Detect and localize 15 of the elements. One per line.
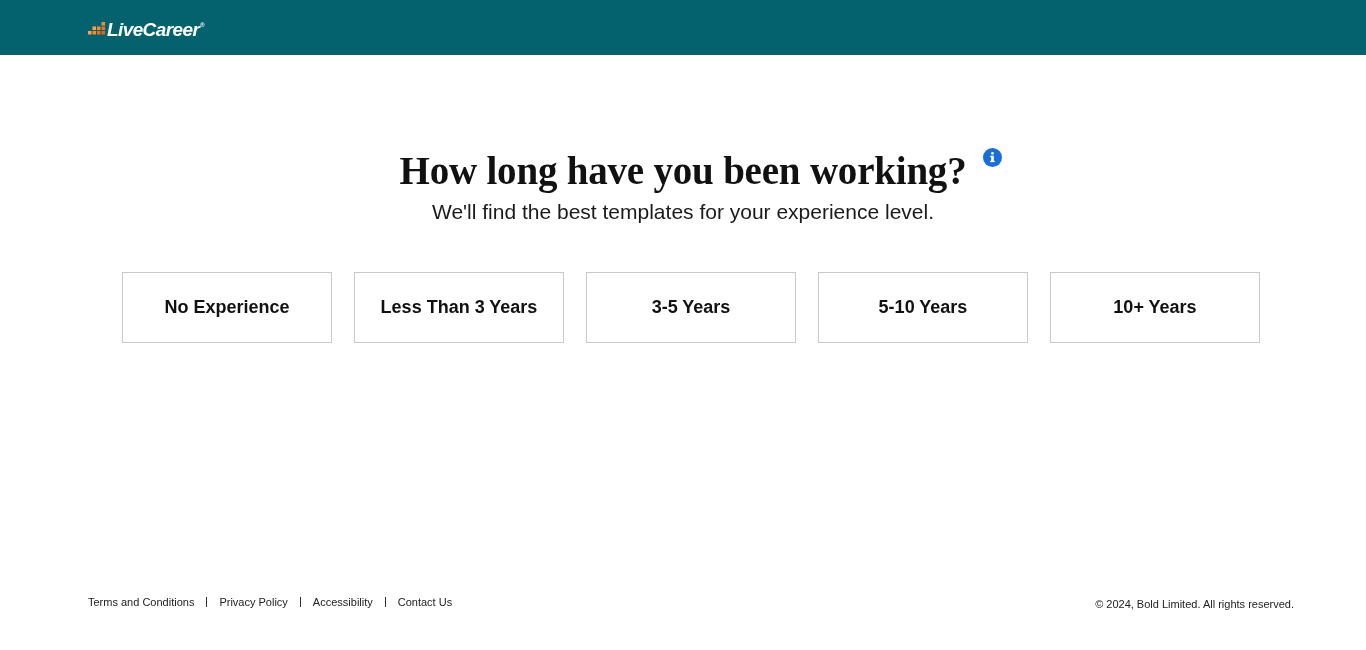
page-heading: How long have you been working? [399, 149, 967, 193]
experience-option-button[interactable]: Less Than 3 Years [354, 272, 564, 343]
logo-mark-icon [88, 20, 105, 35]
footer-link[interactable]: Contact Us [397, 594, 453, 610]
page-subtitle: We'll find the best templates for your experience level. [431, 199, 934, 225]
experience-option-button[interactable]: 3-5 Years [586, 272, 796, 343]
info-icon[interactable] [983, 148, 1003, 167]
experience-option-button[interactable]: 10+ Years [1050, 272, 1260, 343]
experience-option-button[interactable]: 5-10 Years [818, 272, 1028, 343]
footer-link[interactable]: Accessibility [312, 594, 373, 610]
copyright-text: © 2024, Bold Limited. All rights reserved. [1095, 597, 1294, 612]
logo-link[interactable]: LiveCareer$^{®}$ [88, 14, 205, 41]
footer-link[interactable]: Terms and Conditions [88, 594, 195, 610]
footer-link[interactable]: Privacy Policy [219, 594, 288, 610]
experience-option-button[interactable]: No Experience [122, 272, 332, 343]
